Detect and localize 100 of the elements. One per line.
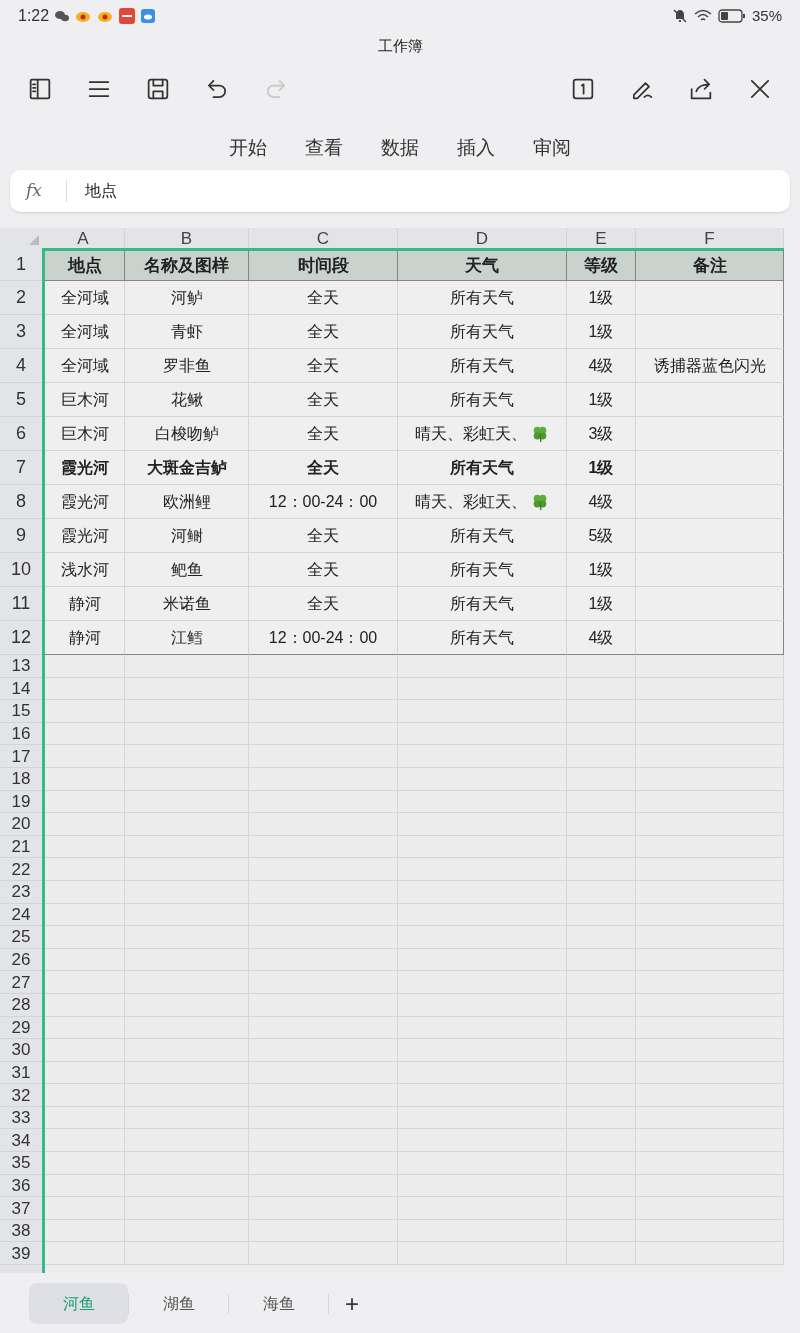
table-cell-text: 花鳅 — [170, 389, 203, 410]
table-cell-text: 全天 — [307, 355, 339, 376]
row-number[interactable]: 11 — [0, 587, 42, 621]
row-number[interactable]: 19 — [0, 790, 42, 814]
row-number[interactable]: 28 — [0, 993, 42, 1017]
row-number[interactable]: 3 — [0, 315, 42, 349]
row-number[interactable]: 26 — [0, 948, 42, 972]
table-cell-text: 鲃鱼 — [170, 559, 203, 580]
row-number[interactable]: 39 — [0, 1242, 42, 1266]
table-cell-text: 欧洲鲤 — [162, 491, 211, 512]
table-cell-text: 霞光河 — [60, 457, 109, 478]
table-cell-text: 河鲥 — [170, 525, 203, 546]
table-cell-text: 4级 — [588, 355, 614, 376]
row-number[interactable]: 35 — [0, 1152, 42, 1175]
muted-bell-icon — [671, 8, 688, 24]
row-number[interactable]: 38 — [0, 1219, 42, 1243]
menu-tab[interactable]: 审阅 — [531, 133, 573, 163]
row-number[interactable]: 23 — [0, 880, 42, 904]
table-cell-text: 所有天气 — [450, 355, 514, 376]
table-cell-text: 12：00-24：00 — [268, 491, 378, 512]
row-number[interactable]: 29 — [0, 1016, 42, 1040]
menu-tab[interactable]: 插入 — [455, 133, 497, 163]
row-number[interactable]: 36 — [0, 1174, 42, 1198]
table-header-cell: 时间段 — [249, 251, 398, 281]
column-header[interactable]: C — [249, 228, 398, 248]
table-cell-text: 1级 — [588, 389, 614, 410]
column-header[interactable]: F — [636, 228, 784, 248]
row-number[interactable]: 4 — [0, 349, 42, 383]
row-number[interactable]: 20 — [0, 813, 42, 836]
row-number[interactable]: 22 — [0, 858, 42, 881]
select-all-icon[interactable] — [29, 235, 39, 245]
menu-tab[interactable]: 数据 — [379, 133, 421, 163]
add-sheet-button[interactable]: + — [341, 1285, 363, 1322]
row-number[interactable]: 16 — [0, 722, 42, 746]
formula-bar[interactable]: fx 地点 — [10, 170, 790, 212]
table-cell-text: 所有天气 — [450, 389, 514, 410]
row-number[interactable]: 34 — [0, 1129, 42, 1153]
row-number[interactable]: 5 — [0, 383, 42, 417]
row-number[interactable]: 6 — [0, 417, 42, 451]
row-number[interactable]: 21 — [0, 835, 42, 859]
eye-app-icon — [75, 9, 92, 23]
table-cell-text: 米诺鱼 — [162, 593, 211, 614]
row-number[interactable]: 18 — [0, 767, 42, 791]
eye-app-icon — [97, 9, 114, 23]
row-number[interactable]: 33 — [0, 1106, 42, 1130]
table-cell-text: 所有天气 — [450, 559, 514, 580]
table-cell-text: 所有天气 — [450, 525, 514, 546]
column-header[interactable]: A — [42, 228, 125, 248]
row-number[interactable]: 25 — [0, 926, 42, 949]
column-header[interactable]: E — [567, 228, 636, 248]
row-number[interactable]: 30 — [0, 1039, 42, 1062]
row-number[interactable]: 2 — [0, 281, 42, 315]
wifi-icon — [693, 9, 712, 23]
table-cell-text: 4级 — [588, 627, 614, 648]
table-cell-text: 全天 — [307, 321, 339, 342]
row-number[interactable]: 15 — [0, 700, 42, 723]
table-cell-text: 所有天气 — [450, 287, 514, 308]
table-cell-text: 全河域 — [60, 355, 109, 376]
table-cell-text: 霞光河 — [60, 525, 109, 546]
table-cell-text: 罗非鱼 — [162, 355, 211, 376]
column-header[interactable]: D — [398, 228, 567, 248]
app-icon — [119, 8, 136, 24]
row-number[interactable]: 24 — [0, 903, 42, 927]
column-header[interactable]: B — [125, 228, 249, 248]
table-cell-text: 霞光河 — [60, 491, 109, 512]
cloud-app-icon — [141, 9, 156, 23]
row-number[interactable]: 7 — [0, 451, 42, 485]
row-number[interactable]: 17 — [0, 745, 42, 768]
table-cell-text: 所有天气 — [450, 321, 514, 342]
table-cell-text: 1级 — [588, 559, 614, 580]
table-cell-text: 静河 — [68, 627, 101, 648]
row-number[interactable]: 31 — [0, 1061, 42, 1085]
table-cell-text: 白梭吻鲈 — [154, 423, 219, 444]
row-number[interactable]: 8 — [0, 485, 42, 519]
table-header-cell: 名称及图样 — [125, 251, 249, 281]
sheet-tab[interactable]: 湖鱼 — [129, 1283, 228, 1325]
row-number[interactable]: 1 — [0, 248, 42, 281]
window-title: 工作簿 — [377, 35, 423, 56]
row-number[interactable]: 32 — [0, 1084, 42, 1107]
status-time: 1:22 — [18, 6, 50, 26]
row-number[interactable]: 27 — [0, 971, 42, 994]
table-cell-text: 4级 — [588, 491, 614, 512]
table-cell-text: 全天 — [307, 593, 339, 614]
row-number[interactable]: 10 — [0, 553, 42, 587]
table-cell-text: 全天 — [307, 559, 339, 580]
table-cell-text: 1级 — [588, 321, 614, 342]
row-number[interactable]: 14 — [0, 677, 42, 701]
row-number[interactable]: 12 — [0, 621, 42, 655]
menu-tab[interactable]: 开始 — [227, 133, 269, 163]
table-cell-text: 全天 — [307, 423, 339, 444]
table-cell-text: 全天 — [307, 389, 339, 410]
menu-tab[interactable]: 查看 — [303, 133, 345, 163]
table-cell-text: 5级 — [588, 525, 614, 546]
table-cell-text: 河鲈 — [170, 287, 203, 308]
row-number[interactable]: 13 — [0, 655, 42, 678]
row-number[interactable]: 9 — [0, 519, 42, 553]
table-cell-text: 巨木河 — [60, 423, 109, 444]
sheet-tab[interactable]: 海鱼 — [229, 1283, 328, 1325]
formula-value: 地点 — [85, 181, 117, 201]
row-number[interactable]: 37 — [0, 1197, 42, 1220]
